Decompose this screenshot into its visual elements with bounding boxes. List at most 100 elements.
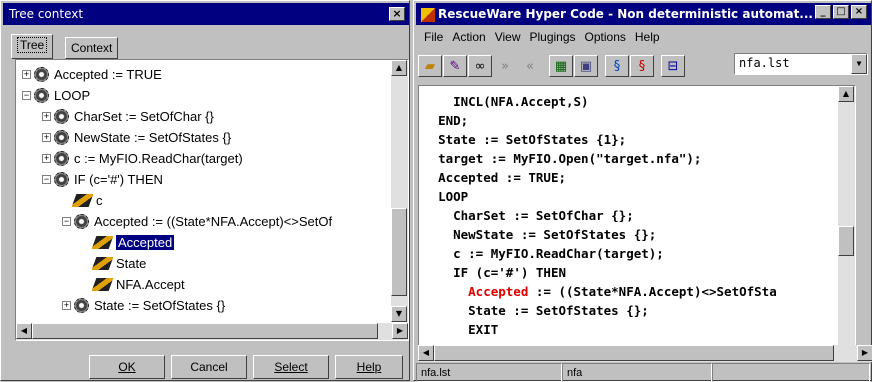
tree-item[interactable]: − LOOP [22, 85, 90, 105]
tree-item[interactable]: NFA.Accept [82, 274, 185, 294]
tree-item-label: CharSet := SetOfChar {} [74, 108, 214, 124]
scroll-thumb[interactable] [391, 208, 407, 296]
collapse-icon[interactable]: − [62, 216, 71, 226]
window-icon[interactable]: ▣ [574, 55, 598, 77]
code-line-text: EXIT [468, 322, 499, 337]
collapse-icon[interactable]: − [42, 174, 51, 184]
scroll-right-icon[interactable]: ▶ [857, 345, 872, 361]
tree-item-label: Accepted := ((State*NFA.Accept)<>SetOf [94, 213, 333, 229]
scroll-thumb-h[interactable] [32, 323, 378, 339]
tree-item-label: State := SetOfStates {} [94, 297, 226, 313]
expand-icon[interactable]: + [62, 300, 71, 310]
file-select-value: nfa.lst [739, 56, 790, 70]
tree-item[interactable]: + CharSet := SetOfChar {} [42, 106, 214, 126]
scroll-left-icon[interactable]: ◀ [418, 345, 434, 361]
binoculars-icon[interactable]: ∞ [468, 55, 492, 77]
close-icon[interactable]: × [851, 5, 867, 19]
menu-plugings[interactable]: Plugings [530, 30, 576, 44]
tree-item[interactable]: + State := SetOfStates {} [62, 295, 225, 315]
code-line: IF (c='#') THEN [423, 265, 566, 284]
menu-options[interactable]: Options [585, 30, 626, 44]
tree-vertical-scrollbar[interactable]: ▲ ▼ [391, 60, 408, 322]
minimize-icon[interactable]: _ [815, 5, 831, 19]
code-line-text: := ((State*NFA.Accept)<>SetOfSta [528, 284, 777, 299]
tree-item-label: Accepted := TRUE [54, 66, 162, 82]
tree-item-label: NewState := SetOfStates {} [74, 129, 232, 145]
link-add-icon[interactable]: § [630, 55, 654, 77]
gear-icon [74, 213, 89, 229]
grid-icon[interactable]: ▦ [549, 55, 573, 77]
tree-item[interactable]: + NewState := SetOfStates {} [42, 127, 231, 147]
gear-icon [54, 171, 69, 187]
gear-icon [34, 87, 49, 103]
code-line-text: c := MyFIO.ReadChar(target); [453, 246, 664, 261]
tree-item-label: State [116, 255, 147, 271]
expand-icon[interactable]: + [22, 69, 31, 79]
forward-icon[interactable]: » [493, 55, 517, 77]
tree-view[interactable]: + Accepted := TRUE − LOOP + CharSet := SetOfC… [15, 59, 409, 341]
code-line-text: INCL(NFA.Accept,S) [453, 94, 589, 109]
code-horizontal-scrollbar[interactable]: ◀ ▶ [418, 345, 872, 362]
window-title: RescueWare Hyper Code - Non deterministi… [438, 7, 813, 21]
scroll-thumb[interactable] [838, 226, 854, 256]
expand-icon[interactable]: + [42, 153, 51, 163]
scroll-right-icon[interactable]: ▶ [392, 323, 408, 339]
code-line-text: CharSet := SetOfChar {}; [453, 208, 634, 223]
tree-item[interactable]: State [82, 253, 146, 273]
gear-icon [54, 129, 69, 145]
select-button[interactable]: Select [253, 355, 329, 379]
code-line: END; [423, 113, 468, 132]
tree-icon[interactable]: ⊟ [661, 55, 685, 77]
menu-help[interactable]: Help [635, 30, 660, 44]
tree-item[interactable]: + c := MyFIO.ReadChar(target) [42, 148, 243, 168]
tree-item[interactable]: − IF (c='#') THEN [42, 169, 163, 189]
code-vertical-scrollbar[interactable]: ▲ [838, 86, 855, 354]
code-line: target := MyFIO.Open("target.nfa"); [423, 151, 701, 170]
back-icon[interactable]: « [518, 55, 542, 77]
scroll-up-icon[interactable]: ▲ [838, 86, 854, 102]
leaf-icon [91, 235, 114, 249]
tab-context-label: Context [71, 41, 113, 55]
expand-icon[interactable]: + [42, 132, 51, 142]
tree-item[interactable]: c [62, 190, 103, 210]
gear-icon [54, 150, 69, 166]
open-folder-icon[interactable]: ▰ [418, 55, 442, 77]
menu-bar: File Action View Plugings Options Help [418, 27, 660, 47]
code-line-text: target := MyFIO.Open("target.nfa"); [438, 151, 702, 166]
tree-horizontal-scrollbar[interactable]: ◀ ▶ [16, 323, 408, 340]
tree-item-label: NFA.Accept [116, 276, 185, 292]
scroll-up-icon[interactable]: ▲ [391, 60, 407, 76]
menu-file[interactable]: File [424, 30, 443, 44]
code-line-text: LOOP [438, 189, 469, 204]
tab-context[interactable]: Context [65, 37, 119, 59]
gear-icon [74, 297, 89, 313]
collapse-icon[interactable]: − [22, 90, 31, 100]
help-button[interactable]: Help [335, 355, 403, 379]
scroll-left-icon[interactable]: ◀ [16, 323, 32, 339]
window-title: Tree context [9, 7, 84, 21]
chevron-down-icon[interactable]: ▼ [851, 54, 867, 74]
tab-tree[interactable]: Tree [11, 34, 54, 59]
scroll-down-icon[interactable]: ▼ [391, 306, 407, 322]
expand-icon[interactable]: + [42, 111, 51, 121]
tree-item-label: IF (c='#') THEN [74, 171, 163, 187]
menu-view[interactable]: View [495, 30, 521, 44]
gear-icon [54, 108, 69, 124]
close-icon[interactable]: × [389, 7, 405, 21]
tree-item[interactable]: Accepted [82, 232, 175, 252]
wand-icon[interactable]: ✎ [443, 55, 467, 77]
maximize-icon[interactable]: □ [833, 5, 849, 19]
link-icon[interactable]: § [605, 55, 629, 77]
scroll-thumb-h[interactable] [434, 345, 834, 361]
tree-item[interactable]: + Accepted := TRUE [22, 64, 162, 84]
tree-item[interactable]: − Accepted := ((State*NFA.Accept)<>SetOf [62, 211, 332, 231]
ok-button[interactable]: OK [89, 355, 165, 379]
file-select[interactable]: nfa.lst ▼ [734, 53, 868, 75]
code-line: LOOP [423, 189, 468, 208]
tree-context-window: Tree context × Tree Context + Accepted :=… [0, 0, 410, 381]
code-editor[interactable]: INCL(NFA.Accept,S) END; State := SetOfSt… [418, 85, 856, 355]
code-line-text: END; [438, 113, 469, 128]
menu-action[interactable]: Action [452, 30, 485, 44]
gear-icon [34, 66, 49, 82]
cancel-button[interactable]: Cancel [171, 355, 247, 379]
